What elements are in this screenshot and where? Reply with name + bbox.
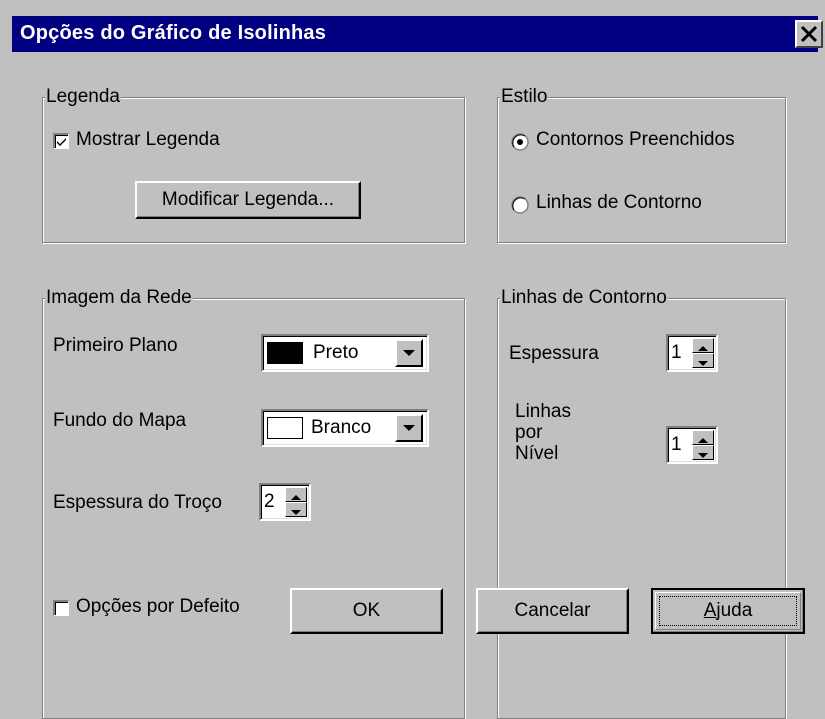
stroke-thickness-value: 2 (264, 491, 275, 512)
stroke-thickness-spinner[interactable]: 2 (259, 483, 311, 521)
thickness-value: 1 (671, 342, 682, 363)
close-button[interactable] (795, 20, 823, 48)
foreground-select-value: Preto (313, 342, 359, 363)
background-select-value: Branco (311, 417, 372, 438)
help-button[interactable]: Ajuda (651, 588, 805, 634)
thickness-spin-up-button[interactable] (692, 338, 714, 353)
cancel-button[interactable]: Cancelar (476, 588, 629, 634)
background-select[interactable]: Branco (261, 409, 429, 447)
spin-down-icon (291, 510, 301, 515)
style-group: Estilo (497, 86, 786, 243)
default-options-checkbox[interactable] (53, 600, 69, 616)
legend-group: Legenda (42, 86, 465, 243)
radio-contour-lines[interactable] (511, 196, 529, 214)
contour-lines-group-label: Linhas de Contorno (500, 287, 668, 309)
radio-contour-lines-label: Linhas de Contorno (536, 192, 702, 213)
lines-per-level-label-1: Linhas (515, 401, 571, 422)
radio-filled-contours[interactable] (511, 133, 529, 151)
title-bar: Opções do Gráfico de Isolinhas (0, 0, 825, 58)
grid-image-group-label: Imagem da Rede (45, 287, 193, 309)
background-dropdown-button[interactable] (395, 414, 423, 442)
foreground-dropdown-button[interactable] (395, 339, 423, 367)
default-options-label: Opções por Defeito (76, 596, 240, 617)
spin-down-icon (698, 453, 708, 458)
stroke-thickness-label: Espessura do Troço (53, 492, 222, 513)
lines-per-level-spin-up-button[interactable] (692, 430, 714, 445)
window-title: Opções do Gráfico de Isolinhas (20, 22, 327, 44)
legend-group-label: Legenda (45, 86, 121, 108)
stroke-spin-up-button[interactable] (285, 487, 307, 502)
lines-per-level-spinner[interactable]: 1 (666, 426, 718, 464)
spin-down-icon (698, 361, 708, 366)
background-label: Fundo do Mapa (53, 410, 187, 431)
foreground-select[interactable]: Preto (261, 334, 429, 372)
lines-per-level-value: 1 (671, 434, 682, 455)
chevron-down-icon (403, 350, 415, 356)
stroke-spin-down-button[interactable] (285, 502, 307, 517)
close-icon (800, 25, 818, 43)
show-legend-checkbox[interactable] (53, 133, 69, 149)
lines-per-level-spin-down-button[interactable] (692, 445, 714, 460)
ok-button[interactable]: OK (290, 588, 443, 634)
thickness-spin-down-button[interactable] (692, 353, 714, 368)
help-button-label: Ajuda (703, 600, 753, 621)
lines-per-level-label-3: Nível (515, 443, 559, 464)
thickness-label: Espessura (509, 343, 599, 364)
chevron-down-icon (403, 425, 415, 431)
style-group-label: Estilo (500, 86, 549, 108)
lines-per-level-label-2: por (515, 422, 543, 443)
show-legend-label: Mostrar Legenda (76, 129, 220, 150)
foreground-label: Primeiro Plano (53, 335, 178, 356)
check-icon (57, 138, 66, 146)
radio-filled-contours-label: Contornos Preenchidos (536, 129, 735, 150)
thickness-spinner[interactable]: 1 (666, 334, 718, 372)
background-color-swatch (267, 417, 303, 439)
modify-legend-button[interactable]: Modificar Legenda... (135, 181, 361, 219)
foreground-color-swatch (267, 342, 303, 364)
